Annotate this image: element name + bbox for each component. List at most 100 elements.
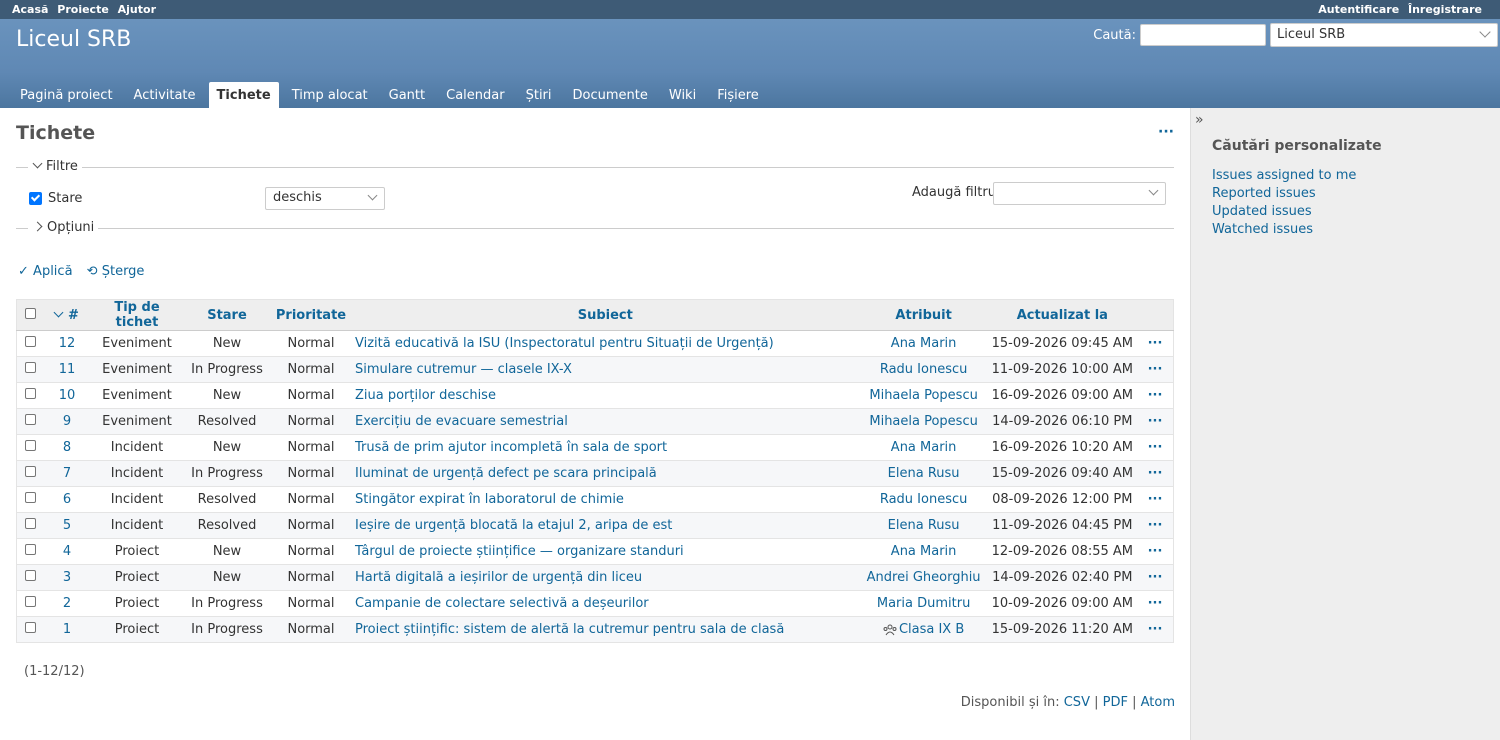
table-row[interactable]: 2 Proiect In Progress Normal Campanie de col… [16, 590, 1174, 617]
table-row[interactable]: 11 Eveniment In Progress Normal Simulare cut… [16, 356, 1174, 383]
column-header-updated[interactable]: Actualizat la [987, 299, 1137, 331]
assignee-link[interactable]: Radu Ionescu [880, 362, 968, 377]
column-header-status[interactable]: Stare [183, 299, 271, 331]
issue-id-link[interactable]: 5 [63, 518, 71, 533]
row-checkbox[interactable] [24, 544, 36, 555]
row-actions-icon[interactable]: ··· [1148, 388, 1163, 403]
subject-link[interactable]: Exercițiu de evacuare semestrial [355, 414, 568, 429]
apply-button[interactable]: ✓ Aplică [18, 264, 73, 279]
query-link-updated[interactable]: Updated issues [1212, 203, 1356, 221]
filter-status-checkbox[interactable] [29, 192, 42, 205]
row-checkbox[interactable] [24, 440, 36, 451]
top-menu-help-link[interactable]: Ajutor [118, 3, 156, 16]
project-jump-select[interactable]: Liceul SRB [1270, 23, 1498, 47]
tab-7[interactable]: Documente [565, 82, 656, 108]
options-legend[interactable]: Opțiuni [28, 220, 99, 235]
assignee-link[interactable]: Radu Ionescu [880, 492, 968, 507]
sidebar-collapse-icon[interactable]: » [1195, 112, 1204, 128]
row-actions-icon[interactable]: ··· [1148, 336, 1163, 351]
table-row[interactable]: 8 Incident New Normal Trusă de prim ajutor i… [16, 434, 1174, 461]
tab-8[interactable]: Wiki [661, 82, 704, 108]
row-checkbox[interactable] [24, 622, 36, 633]
export-atom-link[interactable]: Atom [1141, 695, 1175, 710]
row-actions-icon[interactable]: ··· [1148, 492, 1163, 507]
table-row[interactable]: 5 Incident Resolved Normal Ieșire de urgență… [16, 512, 1174, 539]
row-actions-icon[interactable]: ··· [1148, 596, 1163, 611]
row-checkbox[interactable] [24, 596, 36, 607]
row-actions-icon[interactable]: ··· [1148, 570, 1163, 585]
assignee-link[interactable]: Andrei Gheorghiu [867, 570, 981, 585]
issue-id-link[interactable]: 8 [63, 440, 71, 455]
row-actions-icon[interactable]: ··· [1148, 362, 1163, 377]
select-all-checkbox[interactable] [24, 307, 36, 319]
subject-link[interactable]: Ieșire de urgență blocată la etajul 2, a… [355, 518, 672, 533]
tab-4[interactable]: Gantt [381, 82, 433, 108]
query-link-watched[interactable]: Watched issues [1212, 221, 1356, 239]
assignee-link[interactable]: Ana Marin [891, 336, 957, 351]
table-row[interactable]: 6 Incident Resolved Normal Stingător expirat… [16, 486, 1174, 513]
assignee-link[interactable]: Mihaela Popescu [869, 414, 977, 429]
add-filter-select[interactable] [993, 182, 1166, 205]
assignee-link[interactable]: Elena Rusu [888, 518, 960, 533]
subject-link[interactable]: Iluminat de urgență defect pe scara prin… [355, 466, 657, 481]
row-checkbox[interactable] [24, 414, 36, 425]
row-checkbox[interactable] [24, 388, 36, 399]
query-link-assigned[interactable]: Issues assigned to me [1212, 167, 1356, 185]
register-link[interactable]: Înregistrare [1408, 3, 1482, 16]
clear-button[interactable]: ⟲ Șterge [87, 264, 145, 279]
tab-5[interactable]: Calendar [438, 82, 512, 108]
subject-link[interactable]: Proiect științific: sistem de alertă la … [355, 622, 784, 637]
column-header-assignee[interactable]: Atribuit [859, 299, 988, 331]
table-row[interactable]: 10 Eveniment New Normal Ziua porților deschi… [16, 382, 1174, 409]
project-title[interactable]: Liceul SRB [16, 27, 131, 52]
subject-link[interactable]: Stingător expirat în laboratorul de chim… [355, 492, 624, 507]
tab-0[interactable]: Pagină proiect [12, 82, 121, 108]
top-menu-home-link[interactable]: Acasă [12, 3, 48, 16]
row-actions-icon[interactable]: ··· [1148, 544, 1163, 559]
issue-id-link[interactable]: 10 [59, 388, 76, 403]
tab-9[interactable]: Fișiere [709, 82, 767, 108]
subject-link[interactable]: Târgul de proiecte științifice — organiz… [355, 544, 684, 559]
assignee-link[interactable]: Clasa IX B [899, 622, 964, 637]
issue-id-link[interactable]: 3 [63, 570, 71, 585]
row-actions-icon[interactable]: ··· [1148, 622, 1163, 637]
row-actions-icon[interactable]: ··· [1148, 466, 1163, 481]
row-actions-icon[interactable]: ··· [1148, 414, 1163, 429]
issue-id-link[interactable]: 2 [63, 596, 71, 611]
subject-link[interactable]: Vizită educativă la ISU (Inspectoratul p… [355, 336, 774, 351]
login-link[interactable]: Autentificare [1318, 3, 1399, 16]
table-row[interactable]: 4 Proiect New Normal Târgul de proiecte știi… [16, 538, 1174, 565]
row-checkbox[interactable] [24, 466, 36, 477]
table-row[interactable]: 3 Proiect New Normal Hartă digitală a ieșiri… [16, 564, 1174, 591]
column-header-priority[interactable]: Prioritate [271, 299, 351, 331]
issue-id-link[interactable]: 9 [63, 414, 71, 429]
filter-status-select[interactable]: deschis [265, 187, 385, 210]
row-checkbox[interactable] [24, 362, 36, 373]
subject-link[interactable]: Trusă de prim ajutor incompletă în sala … [355, 440, 667, 455]
subject-link[interactable]: Ziua porților deschise [355, 388, 496, 403]
issue-id-link[interactable]: 4 [63, 544, 71, 559]
row-actions-icon[interactable]: ··· [1148, 518, 1163, 533]
assignee-link[interactable]: Elena Rusu [888, 466, 960, 481]
subject-link[interactable]: Simulare cutremur — clasele IX-X [355, 362, 572, 377]
issue-id-link[interactable]: 11 [59, 362, 76, 377]
issue-id-link[interactable]: 1 [63, 622, 71, 637]
row-checkbox[interactable] [24, 570, 36, 581]
table-row[interactable]: 7 Incident In Progress Normal Iluminat de ur… [16, 460, 1174, 487]
more-actions-icon[interactable]: ··· [1158, 124, 1174, 140]
query-link-reported[interactable]: Reported issues [1212, 185, 1356, 203]
issue-id-link[interactable]: 12 [59, 336, 76, 351]
filters-legend[interactable]: Filtre [28, 158, 82, 174]
table-row[interactable]: 12 Eveniment New Normal Vizită educativă la … [16, 330, 1174, 357]
search-input[interactable] [1140, 24, 1266, 46]
tab-6[interactable]: Știri [518, 82, 560, 108]
table-row[interactable]: 9 Eveniment Resolved Normal Exercițiu de eva… [16, 408, 1174, 435]
assignee-link[interactable]: Maria Dumitru [877, 596, 970, 611]
tab-1[interactable]: Activitate [126, 82, 204, 108]
row-actions-icon[interactable]: ··· [1148, 440, 1163, 455]
top-menu-projects-link[interactable]: Proiecte [57, 3, 109, 16]
subject-link[interactable]: Hartă digitală a ieșirilor de urgență di… [355, 570, 642, 585]
tab-3[interactable]: Timp alocat [284, 82, 376, 108]
assignee-link[interactable]: Ana Marin [891, 544, 957, 559]
row-checkbox[interactable] [24, 492, 36, 503]
